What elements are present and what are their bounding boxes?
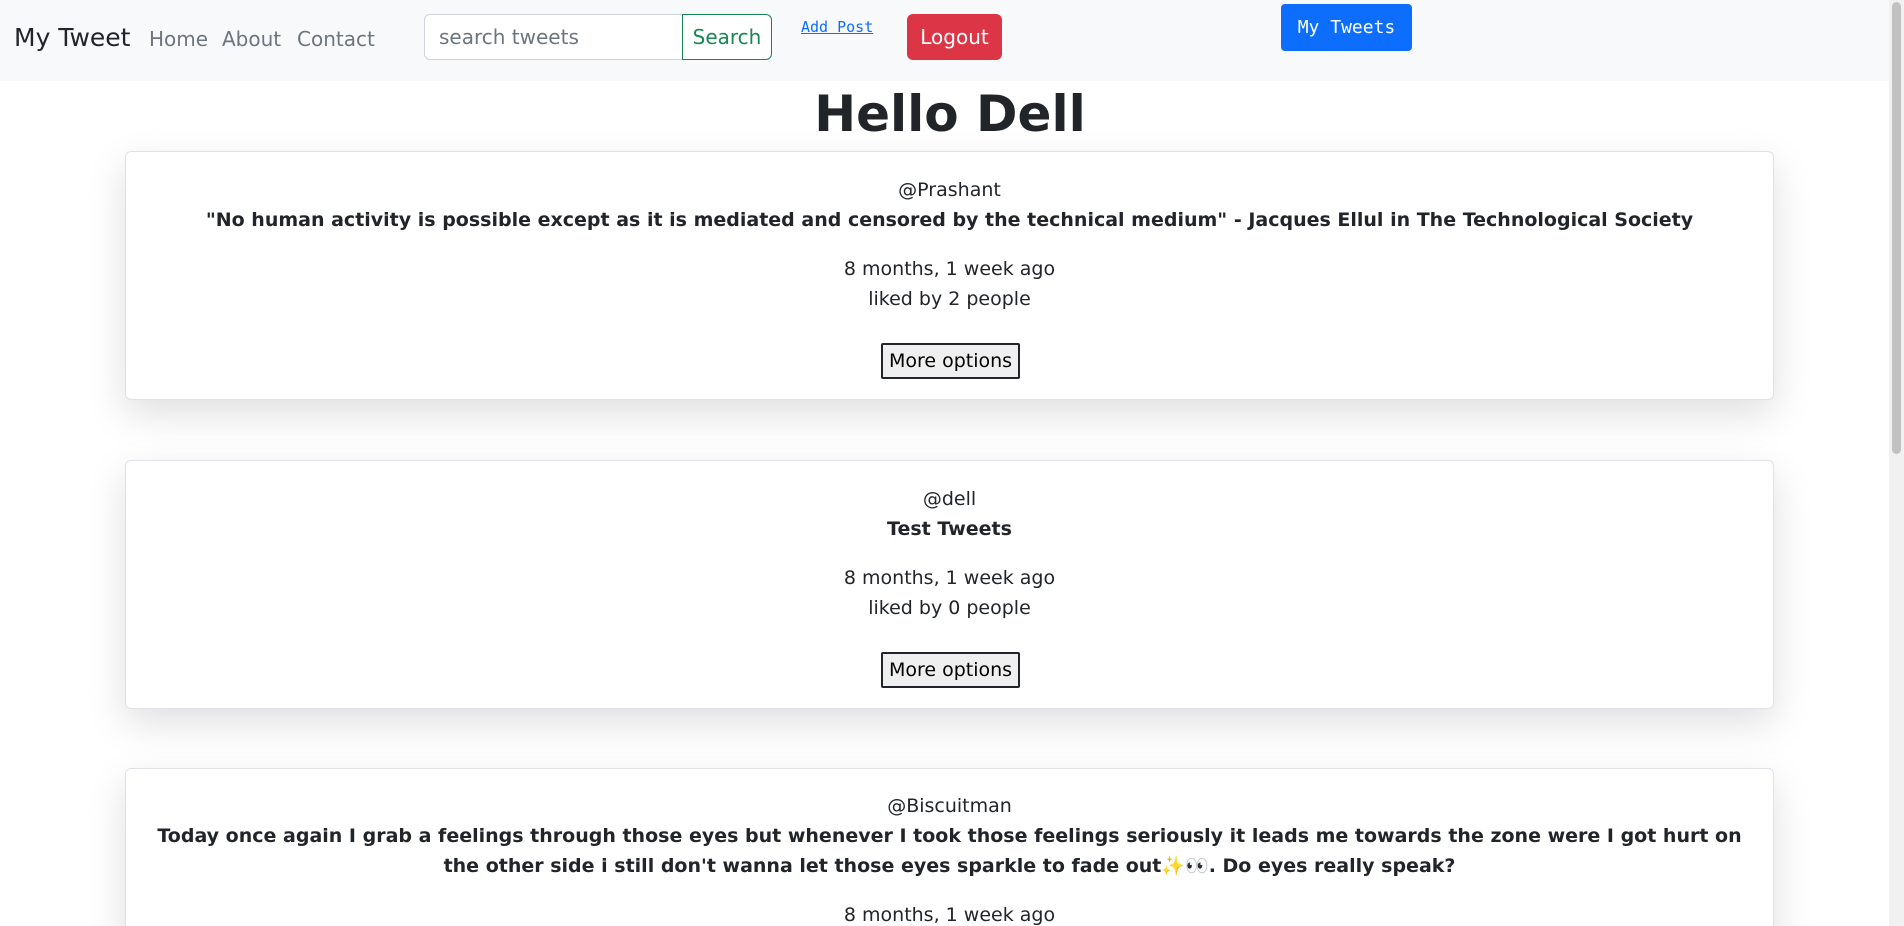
tweet-timestamp: 8 months, 1 week ago: [843, 567, 1056, 589]
logout-button[interactable]: Logout: [907, 14, 1002, 60]
tweet-username: @Prashant: [898, 179, 1001, 201]
search-button[interactable]: Search: [682, 14, 772, 60]
more-options-button[interactable]: More options: [881, 343, 1020, 379]
nav-link-home[interactable]: Home: [149, 27, 208, 51]
more-options-button[interactable]: More options: [881, 652, 1020, 688]
tweet-card: @Prashant "No human activity is possible…: [125, 151, 1774, 400]
nav-link-about[interactable]: About: [222, 27, 281, 51]
brand-logo[interactable]: My Tweet: [14, 23, 130, 52]
navbar: My Tweet Home About Contact Search Add P…: [0, 0, 1904, 81]
tweet-card: @dell Test Tweets 8 months, 1 week ago l…: [125, 460, 1774, 709]
scrollbar-thumb[interactable]: [1892, 2, 1901, 454]
my-tweets-button[interactable]: My Tweets: [1281, 4, 1412, 51]
tweet-likes: liked by 2 people: [868, 288, 1031, 310]
tweet-text: Test Tweets: [887, 518, 1012, 540]
page-title: Hello Dell: [814, 85, 1086, 143]
tweet-username: @Biscuitman: [887, 795, 1012, 817]
tweet-card: @Biscuitman Today once again I grab a fe…: [125, 768, 1774, 926]
tweet-timestamp: 8 months, 1 week ago: [843, 904, 1056, 926]
add-post-link[interactable]: Add Post: [801, 18, 873, 36]
tweet-text: "No human activity is possible except as…: [205, 209, 1694, 231]
tweet-username: @dell: [922, 488, 977, 510]
page: My Tweet Home About Contact Search Add P…: [0, 0, 1904, 926]
tweet-text: Today once again I grab a feelings throu…: [157, 825, 1742, 877]
tweet-likes: liked by 0 people: [868, 597, 1031, 619]
nav-link-contact[interactable]: Contact: [297, 27, 375, 51]
search-input[interactable]: [424, 14, 682, 60]
tweet-timestamp: 8 months, 1 week ago: [843, 258, 1056, 280]
